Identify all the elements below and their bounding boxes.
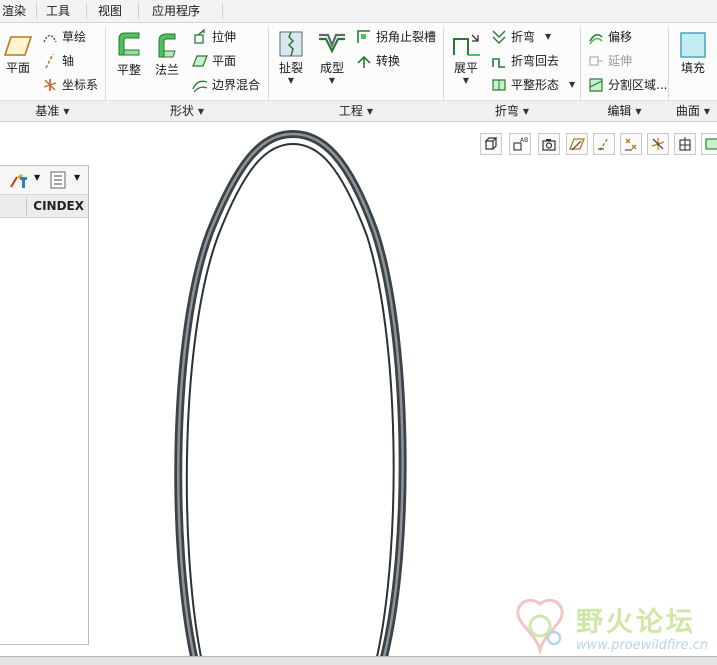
- coordinate-system-icon: [43, 79, 57, 91]
- flat-state-label: 平整形态: [511, 78, 560, 92]
- offset-icon: [589, 33, 603, 45]
- split-area-label: 分割区域...: [608, 78, 668, 92]
- flat-wall-label: 平整: [116, 63, 141, 77]
- group-edit-label[interactable]: 编辑 ▼: [581, 101, 668, 121]
- menu-render[interactable]: 渲染: [0, 0, 32, 22]
- datum-plane-icon: [3, 36, 33, 56]
- flat-wall-icon: [118, 32, 140, 56]
- menu-applications[interactable]: 应用程序: [146, 0, 206, 22]
- unbend-label: 展平: [453, 61, 478, 75]
- model-tree-toolbar: ▼ ▼: [0, 166, 88, 195]
- flange-wall-icon: [158, 33, 176, 58]
- flange-wall-label: 法兰: [154, 63, 179, 77]
- rip-icon: [279, 31, 303, 57]
- axis-label: 轴: [62, 54, 75, 68]
- sketch-icon: [43, 34, 57, 43]
- bend-dropdown-icon[interactable]: ▼: [545, 27, 551, 47]
- rip-button[interactable]: 扯裂 ▼: [274, 29, 308, 85]
- flat-wall-button[interactable]: 平整: [112, 29, 146, 78]
- corner-relief-label: 拐角止裂槽: [376, 30, 437, 44]
- watermark: 野火论坛 www.proewildfire.cn: [506, 596, 716, 658]
- form-label: 成型: [319, 61, 344, 75]
- column-separator[interactable]: [26, 197, 27, 215]
- split-area-icon: [589, 78, 603, 92]
- extend-icon: [589, 56, 603, 66]
- corner-relief-icon: [357, 30, 370, 43]
- group-engineering-label[interactable]: 工程 ▼: [269, 101, 443, 121]
- chevron-down-icon: ▼: [635, 107, 642, 116]
- chevron-down-icon: ▼: [703, 107, 711, 116]
- chevron-down-icon[interactable]: ▼: [74, 173, 80, 182]
- flange-wall-button[interactable]: 法兰: [150, 29, 184, 78]
- menu-separator: [138, 3, 139, 19]
- fill-icon: [680, 32, 706, 58]
- bend-icon: [492, 30, 506, 44]
- chevron-down-icon[interactable]: ▼: [34, 173, 40, 182]
- boundary-blend-label: 边界混合: [212, 78, 261, 92]
- planar-label: 平面: [212, 54, 237, 68]
- flat-state-dropdown-icon[interactable]: ▼: [569, 75, 575, 95]
- group-bend-label[interactable]: 折弯 ▼: [444, 101, 580, 121]
- boundary-blend-icon: [192, 80, 208, 93]
- bend-back-label: 折弯回去: [511, 54, 560, 68]
- column-header-cindex[interactable]: CINDEX: [33, 195, 84, 217]
- bend-back-icon: [492, 58, 505, 68]
- group-datum-label[interactable]: 基准 ▼: [0, 101, 105, 121]
- axis-icon: [45, 53, 54, 69]
- model-tree-header: CINDEX: [0, 195, 88, 218]
- form-dropdown-icon[interactable]: ▼: [314, 76, 350, 85]
- offset-label: 偏移: [608, 30, 633, 44]
- model-tree-panel: ▼ ▼ CINDEX: [0, 165, 89, 645]
- unbend-icon: [453, 34, 480, 56]
- rip-label: 扯裂: [278, 61, 303, 75]
- unbend-button[interactable]: 展平 ▼: [448, 29, 484, 85]
- chevron-down-icon: ▼: [197, 107, 205, 116]
- extrude-label: 拉伸: [212, 30, 237, 44]
- ring-model: [174, 129, 407, 657]
- settings-tools-icon[interactable]: [8, 171, 30, 189]
- menu-bar: 渲染 工具 视图 应用程序: [0, 0, 717, 23]
- graphics-canvas[interactable]: [90, 122, 717, 657]
- extrude-icon: [194, 29, 205, 44]
- menu-view[interactable]: 视图: [92, 0, 128, 22]
- planar-icon: [192, 55, 208, 67]
- datum-plane-button[interactable]: 平面: [2, 33, 34, 76]
- ribbon-group-bar: 基准 ▼ 形状 ▼ 工程 ▼ 折弯 ▼ 编辑 ▼ 曲面 ▼: [0, 100, 717, 121]
- group-surface-label[interactable]: 曲面 ▼: [669, 101, 717, 121]
- fill-button[interactable]: 填充: [676, 31, 710, 76]
- convert-icon: [357, 55, 371, 68]
- flat-state-icon: [492, 79, 506, 91]
- menu-separator: [36, 3, 37, 19]
- unbend-dropdown-icon[interactable]: ▼: [448, 76, 484, 85]
- extend-label: 延伸: [608, 54, 633, 68]
- chevron-down-icon: ▼: [63, 107, 70, 116]
- menu-separator: [222, 3, 223, 19]
- form-icon: [319, 33, 345, 54]
- tree-columns-icon[interactable]: [50, 171, 66, 189]
- menu-tools[interactable]: 工具: [40, 0, 76, 22]
- chevron-down-icon: ▼: [366, 107, 374, 116]
- group-shapes-label[interactable]: 形状 ▼: [106, 101, 268, 121]
- convert-label: 转换: [376, 54, 401, 68]
- watermark-logo-icon: [516, 598, 564, 656]
- rip-dropdown-icon[interactable]: ▼: [274, 76, 308, 85]
- form-button[interactable]: 成型 ▼: [314, 29, 350, 85]
- menu-separator: [86, 3, 87, 19]
- watermark-title: 野火论坛: [576, 607, 696, 638]
- watermark-url: www.proewildfire.cn: [576, 638, 709, 653]
- sketch-label: 草绘: [62, 30, 87, 44]
- csys-label: 坐标系: [62, 78, 99, 92]
- datum-plane-label: 平面: [5, 61, 30, 75]
- bend-label: 折弯: [511, 30, 536, 44]
- ribbon: 平面 草绘 轴 坐标系 平整 法兰 拉伸 平面 边界混合 扯裂 ▼ 成型 ▼ 拐…: [0, 23, 717, 122]
- chevron-down-icon: ▼: [522, 107, 530, 116]
- fill-label: 填充: [680, 61, 705, 75]
